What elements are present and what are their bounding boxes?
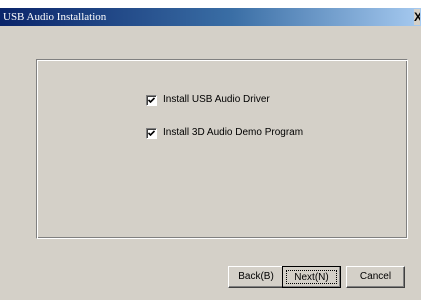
title-bar[interactable]: USB Audio Installation X — [0, 8, 421, 26]
checkbox-install-usb-audio-driver[interactable] — [146, 94, 157, 106]
options-group-box — [36, 59, 408, 239]
next-button-label: Next(N) — [286, 270, 337, 284]
next-button[interactable]: Next(N) — [282, 266, 341, 288]
option-label: Install 3D Audio Demo Program — [163, 127, 304, 138]
checkmark-icon — [148, 96, 155, 103]
option-install-usb-audio-driver[interactable]: Install USB Audio Driver — [146, 92, 270, 108]
option-label: Install USB Audio Driver — [163, 94, 270, 105]
desktop-strip — [0, 0, 421, 8]
option-install-3d-audio-demo[interactable]: Install 3D Audio Demo Program — [146, 125, 303, 141]
checkmark-icon — [148, 129, 155, 136]
close-icon[interactable]: X — [414, 9, 420, 25]
cancel-button[interactable]: Cancel — [346, 266, 405, 288]
checkbox-install-3d-audio-demo[interactable] — [146, 127, 157, 139]
back-button[interactable]: Back(B) — [228, 266, 284, 288]
window-title: USB Audio Installation — [3, 11, 107, 23]
